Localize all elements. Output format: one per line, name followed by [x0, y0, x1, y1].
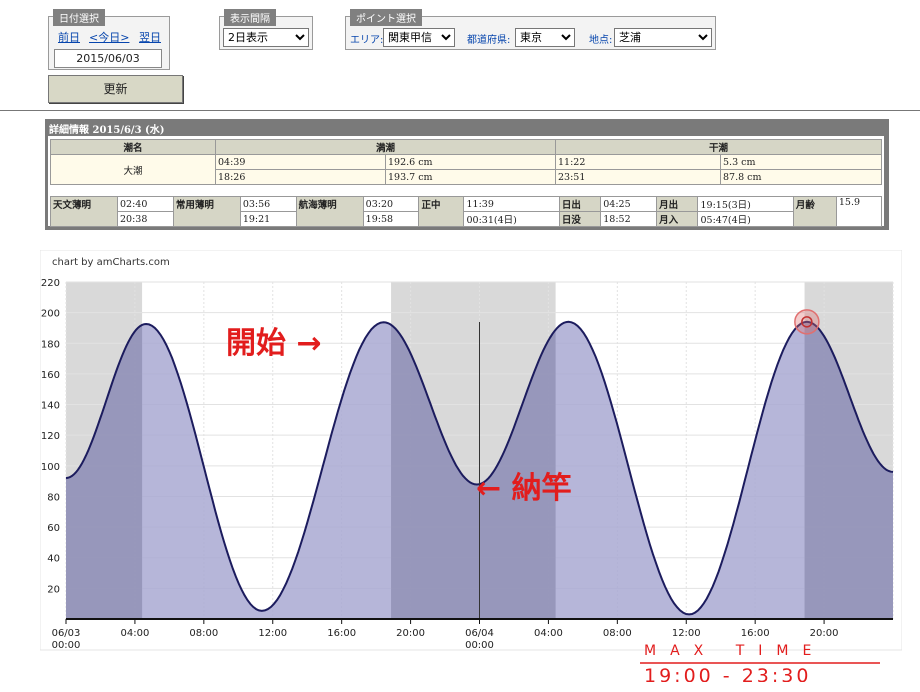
- point-select-box: ポイント選択 エリア: 関東甲信 都道府県: 東京 地点: 芝浦: [345, 9, 716, 50]
- tenmon-label: 天文薄明: [50, 196, 118, 227]
- x-tick-label: 16:00: [327, 628, 356, 639]
- pref-select[interactable]: 東京: [515, 28, 575, 47]
- y-tick-label: 220: [41, 278, 60, 289]
- low1-level: 5.3 cm: [720, 154, 882, 170]
- x-tick-label: 06/03: [52, 628, 81, 639]
- point-select-header: ポイント選択: [350, 9, 422, 26]
- area-select[interactable]: 関東甲信: [383, 28, 455, 47]
- next-day-link[interactable]: 翌日: [139, 29, 161, 45]
- annotation-start: 開始 →: [226, 326, 322, 361]
- moonage-label: 月齢: [792, 196, 837, 227]
- x-tick-label: 08:00: [189, 628, 218, 639]
- kokai-end: 19:58: [362, 211, 420, 227]
- x-tick-label: 12:00: [672, 628, 701, 639]
- x-tick-label: 20:00: [810, 628, 839, 639]
- x-tick-label: 08:00: [603, 628, 632, 639]
- tenmon-start: 02:40: [117, 196, 174, 212]
- pref-label: 都道府県:: [467, 35, 511, 46]
- date-select-header: 日付選択: [53, 9, 105, 26]
- prev-day-link[interactable]: 前日: [58, 29, 80, 45]
- x-tick-label: 00:00: [465, 640, 494, 651]
- shochu-2: 00:31(4日): [463, 211, 560, 227]
- detail-inner: 潮名 満潮 干潮 大潮 04:39 192.6 cm 11:22 5.3 cm …: [48, 136, 884, 227]
- joyo-label: 常用薄明: [172, 196, 241, 227]
- moonset-time: 05:47(4日): [697, 211, 794, 227]
- kokai-start: 03:20: [362, 196, 420, 212]
- x-tick-label: 00:00: [52, 640, 81, 651]
- low-tide-header: 干潮: [555, 139, 882, 155]
- x-tick-label: 04:00: [534, 628, 563, 639]
- moonrise-time: 19:15(3日): [697, 196, 794, 212]
- display-interval-box: 表示間隔 2日表示: [219, 9, 313, 50]
- place-select[interactable]: 芝浦: [614, 28, 712, 47]
- joyo-start: 03:56: [239, 196, 297, 212]
- shochu-label: 正中: [418, 196, 465, 227]
- y-tick-label: 60: [47, 523, 60, 534]
- y-tick-label: 160: [41, 370, 60, 381]
- kokai-label: 航海薄明: [295, 196, 364, 227]
- x-tick-label: 04:00: [121, 628, 150, 639]
- today-link[interactable]: <今日>: [89, 29, 129, 45]
- high-tide-header: 満潮: [215, 139, 556, 155]
- x-tick-label: 12:00: [258, 628, 287, 639]
- joyo-end: 19:21: [239, 211, 297, 227]
- display-interval-header: 表示間隔: [224, 9, 276, 26]
- y-tick-label: 20: [47, 584, 60, 595]
- sunset-label: 日没: [558, 211, 602, 227]
- y-tick-label: 100: [41, 462, 60, 473]
- astro-table: 天文薄明 02:40 常用薄明 03:56 航海薄明 03:20 正中 11:3…: [50, 196, 883, 227]
- tide-name: 大潮: [50, 154, 216, 185]
- date-field[interactable]: 2015/06/03: [54, 49, 162, 68]
- moonage-value: 15.9: [835, 196, 883, 227]
- low2-time: 23:51: [555, 169, 721, 185]
- tide-table: 潮名 満潮 干潮 大潮 04:39 192.6 cm 11:22 5.3 cm …: [50, 139, 882, 185]
- divider: [0, 110, 920, 111]
- high1-level: 192.6 cm: [385, 154, 556, 170]
- tide-chart: chart by amCharts.com 20 40 60 80 100 120 140 1…: [40, 250, 902, 682]
- x-tick-label: 16:00: [741, 628, 770, 639]
- date-select-box: 日付選択 前日 <今日> 翌日 2015/06/03: [48, 9, 170, 70]
- annotation-nattoku: ← 納竿: [476, 471, 572, 506]
- low1-time: 11:22: [555, 154, 721, 170]
- x-tick-label: 20:00: [396, 628, 425, 639]
- sunrise-time: 04:25: [600, 196, 658, 212]
- detail-panel: 詳細情報 2015/6/3 (水) 潮名 満潮 干潮 大潮 04:39 192.…: [45, 119, 889, 230]
- y-tick-label: 40: [47, 554, 60, 565]
- display-interval-select[interactable]: 2日表示: [223, 28, 309, 47]
- detail-title: 詳細情報 2015/6/3 (水): [49, 125, 165, 136]
- annotation-max-time-title: MAX TIME: [644, 643, 825, 659]
- shochu-1: 11:39: [463, 196, 560, 212]
- y-tick-label: 80: [47, 492, 60, 503]
- place-label: 地点:: [589, 35, 613, 46]
- update-button[interactable]: 更新: [48, 75, 183, 103]
- x-tick-label: 06/04: [465, 628, 494, 639]
- tide-name-header: 潮名: [50, 139, 216, 155]
- chart-credit: chart by amCharts.com: [52, 257, 170, 268]
- y-tick-label: 180: [41, 339, 60, 350]
- moonrise-label: 月出: [656, 196, 699, 212]
- y-tick-label: 200: [41, 309, 60, 320]
- high1-time: 04:39: [215, 154, 386, 170]
- y-tick-label: 120: [41, 431, 60, 442]
- high2-time: 18:26: [215, 169, 386, 185]
- y-tick-label: 140: [41, 401, 60, 412]
- low2-level: 87.8 cm: [720, 169, 882, 185]
- max-marker: [794, 309, 820, 335]
- max-circle-outer: [794, 309, 820, 335]
- sunrise-label: 日出: [558, 196, 602, 212]
- annotation-max-time-value: 19:00 - 23:30: [644, 665, 811, 682]
- tenmon-end: 20:38: [117, 211, 174, 227]
- moonset-label: 月入: [656, 211, 699, 227]
- high2-level: 193.7 cm: [385, 169, 556, 185]
- sunset-time: 18:52: [600, 211, 658, 227]
- area-label: エリア:: [350, 35, 384, 46]
